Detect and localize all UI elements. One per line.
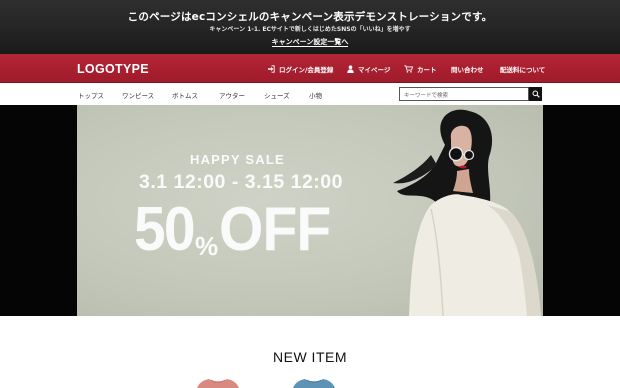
discount-number: 50	[134, 195, 196, 264]
new-item-title: NEW ITEM	[273, 349, 347, 365]
login-icon	[267, 65, 275, 73]
shipping-link[interactable]: 配送料について	[500, 64, 545, 74]
category-shoes[interactable]: シューズ	[264, 90, 290, 100]
product-thumbnail[interactable]	[291, 377, 337, 388]
campaign-title: このページはecコンシェルのキャンペーン表示デモンストレーションです。	[127, 11, 493, 23]
category-accessories[interactable]: 小物	[309, 90, 322, 100]
category-outer[interactable]: アウター	[219, 90, 245, 100]
site-header: LOGOTYPE ログイン/会員登録 マイページ カート 問い合わせ 配送料につ…	[0, 54, 620, 83]
login-link[interactable]: ログイン/会員登録	[267, 64, 333, 74]
login-label: ログイン/会員登録	[279, 66, 334, 74]
product-thumbnail[interactable]	[195, 377, 241, 388]
cart-label: カート	[417, 66, 437, 74]
search-input[interactable]: キーワードで検索	[399, 87, 529, 101]
user-icon	[347, 65, 354, 73]
model-photo	[393, 109, 541, 316]
cart-icon	[404, 65, 413, 73]
campaign-settings-link[interactable]: キャンペーン設定一覧へ	[271, 38, 349, 47]
discount-word: OFF	[219, 195, 331, 264]
sale-headline: HAPPY SALE	[190, 152, 285, 167]
campaign-banner: このページはecコンシェルのキャンペーン表示デモンストレーションです。 キャンペ…	[0, 0, 620, 54]
mypage-label: マイページ	[358, 66, 391, 74]
campaign-subtitle: キャンペーン 1-1. ECサイトで新しくはじめたSNSの「いいね」を増やす	[209, 26, 411, 33]
search-button[interactable]	[529, 87, 542, 101]
category-bottoms[interactable]: ボトムス	[172, 90, 198, 100]
discount-percent: %	[194, 231, 219, 261]
cart-link[interactable]: カート	[404, 64, 437, 74]
mypage-link[interactable]: マイページ	[347, 64, 390, 74]
category-tops[interactable]: トップス	[78, 90, 104, 100]
category-onepiece[interactable]: ワンピース	[122, 90, 154, 100]
shipping-label: 配送料について	[500, 66, 546, 74]
search-icon	[532, 90, 540, 98]
discount-text: 50 % OFF	[134, 191, 340, 264]
contact-label: 問い合わせ	[451, 66, 484, 74]
site-logo[interactable]: LOGOTYPE	[77, 62, 149, 76]
contact-link[interactable]: 問い合わせ	[451, 64, 484, 74]
